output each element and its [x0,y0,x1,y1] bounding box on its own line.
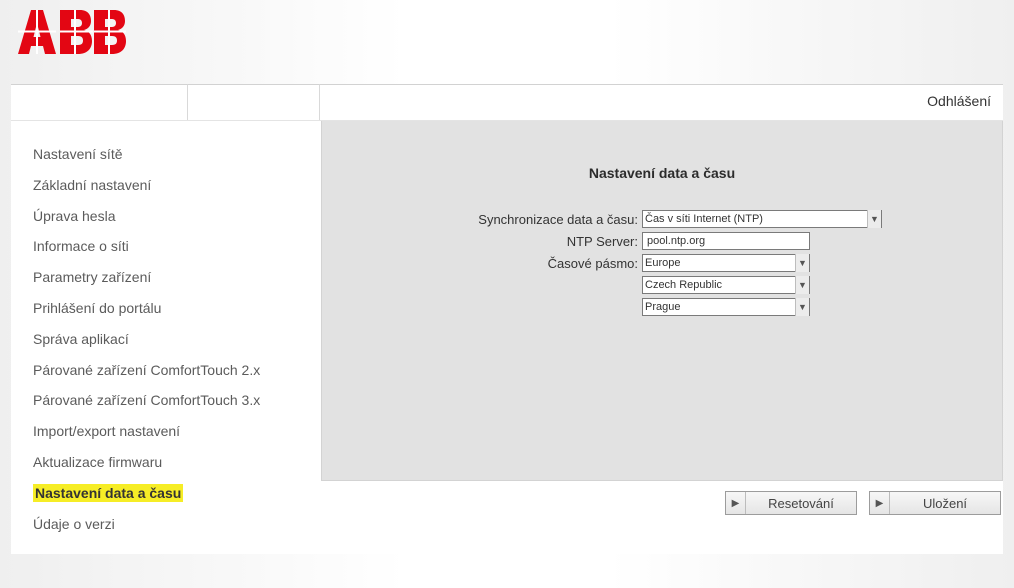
sidebar-item-import-export[interactable]: Import/export nastavení [33,416,321,447]
timezone-country-value: Czech Republic [645,279,722,291]
sidebar-item-label: Parametry zařízení [33,269,151,285]
panel-header: Odhlášení [11,85,1003,121]
sidebar-item-paired-ct2x[interactable]: Párované zařízení ComfortTouch 2.x [33,355,321,386]
chevron-down-icon: ▼ [795,254,809,272]
button-row: ▶ Resetování ▶ Uložení [725,491,1001,515]
play-icon: ▶ [870,492,890,514]
sidebar-item-label: Nastavení data a času [33,484,183,502]
timezone-region-select[interactable]: Europe ▼ [642,254,810,272]
sidebar-item-label: Prihlášení do portálu [33,300,161,316]
sidebar-item-label: Správa aplikací [33,331,129,347]
sync-select[interactable]: Čas v síti Internet (NTP) ▼ [642,210,882,228]
chevron-down-icon: ▼ [795,298,809,316]
sidebar-item-firmware-update[interactable]: Aktualizace firmwaru [33,447,321,478]
timezone-label: Časové pásmo: [342,256,642,271]
sidebar-item-network-info[interactable]: Informace o síti [33,231,321,262]
sidebar-item-portal-login[interactable]: Prihlášení do portálu [33,293,321,324]
reset-button-label: Resetování [746,492,856,514]
sidebar-item-label: Informace o síti [33,238,129,254]
sidebar: Nastavení sítě Základní nastavení Úprava… [11,121,321,554]
ntp-label: NTP Server: [342,234,642,249]
sidebar-item-label: Párované zařízení ComfortTouch 2.x [33,362,260,378]
page-title: Nastavení data a času [342,165,982,181]
sidebar-item-app-admin[interactable]: Správa aplikací [33,324,321,355]
timezone-country-select[interactable]: Czech Republic ▼ [642,276,810,294]
timezone-city-value: Prague [645,301,680,313]
content-area: Nastavení data a času Synchronizace data… [321,121,1003,554]
sidebar-item-date-time[interactable]: Nastavení data a času [33,478,321,509]
sidebar-item-label: Údaje o verzi [33,516,115,532]
sidebar-item-label: Import/export nastavení [33,423,180,439]
sidebar-item-device-params[interactable]: Parametry zařízení [33,262,321,293]
sidebar-item-label: Aktualizace firmwaru [33,454,162,470]
chevron-down-icon: ▼ [795,276,809,294]
sidebar-item-password[interactable]: Úprava hesla [33,201,321,232]
sidebar-item-network-settings[interactable]: Nastavení sítě [33,139,321,170]
timezone-region-value: Europe [645,257,680,269]
sidebar-item-basic-settings[interactable]: Základní nastavení [33,170,321,201]
save-button-label: Uložení [890,492,1000,514]
save-button[interactable]: ▶ Uložení [869,491,1001,515]
sidebar-item-label: Párované zařízení ComfortTouch 3.x [33,392,260,408]
main-panel: Odhlášení Nastavení sítě Základní nastav… [11,84,1003,554]
brand-logo [18,10,126,54]
sidebar-item-paired-ct3x[interactable]: Párované zařízení ComfortTouch 3.x [33,385,321,416]
reset-button[interactable]: ▶ Resetování [725,491,857,515]
sync-select-value: Čas v síti Internet (NTP) [645,213,763,225]
ntp-server-input[interactable] [642,232,810,250]
timezone-city-select[interactable]: Prague ▼ [642,298,810,316]
play-icon: ▶ [726,492,746,514]
sidebar-item-label: Základní nastavení [33,177,151,193]
sidebar-item-version-info[interactable]: Údaje o verzi [33,509,321,540]
empty-tab [187,84,320,120]
chevron-down-icon: ▼ [867,210,881,228]
content-box: Nastavení data a času Synchronizace data… [321,121,1003,481]
sync-label: Synchronizace data a času: [342,212,642,227]
sidebar-item-label: Úprava hesla [33,208,116,224]
sidebar-item-label: Nastavení sítě [33,146,123,162]
logout-link[interactable]: Odhlášení [927,93,991,109]
